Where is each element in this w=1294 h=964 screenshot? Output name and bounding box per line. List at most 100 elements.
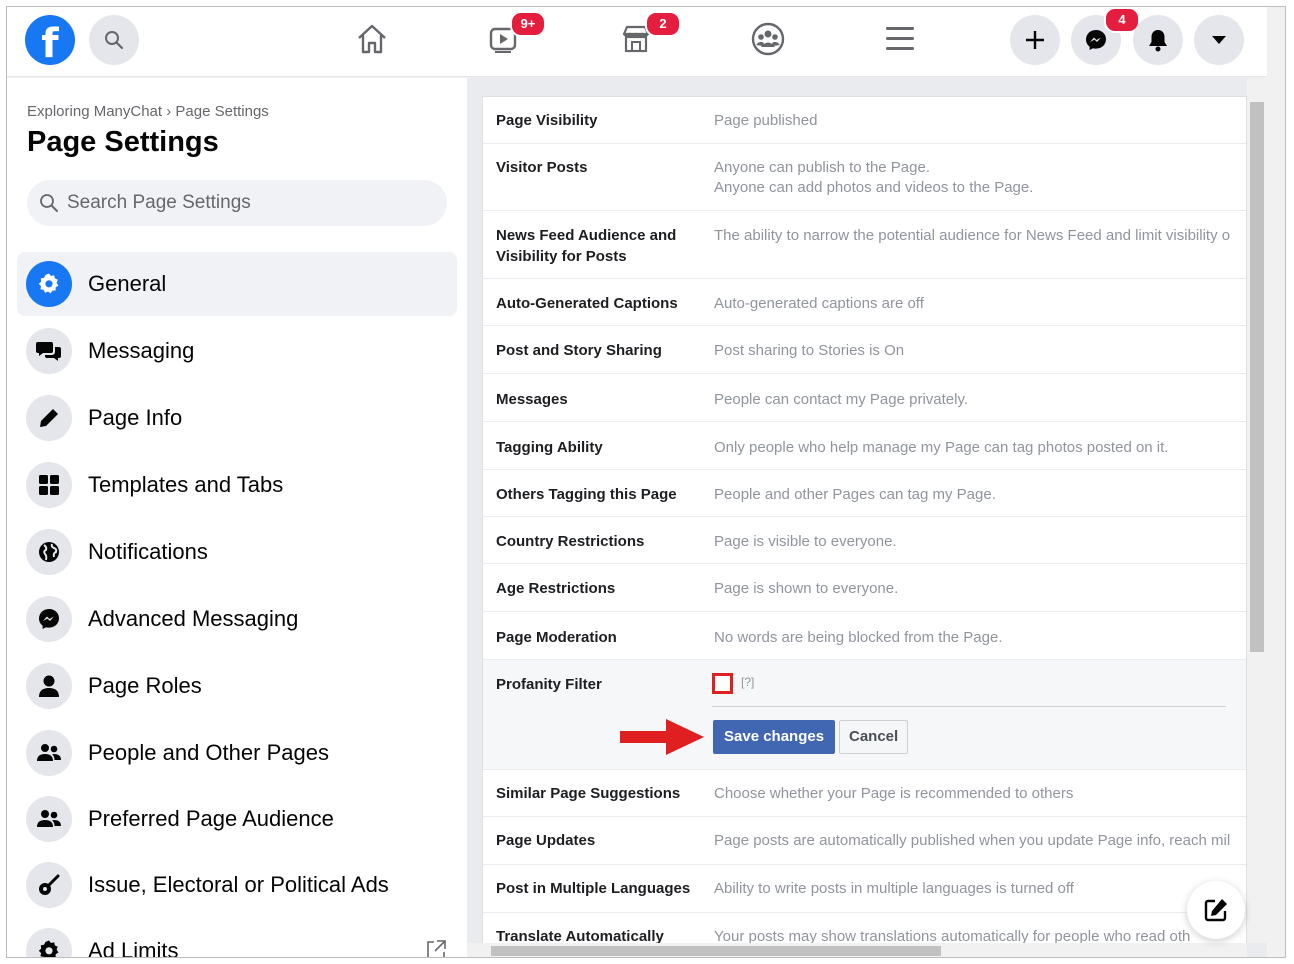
setting-label: Auto-Generated Captions xyxy=(496,295,678,312)
sidebar-item-label: Notifications xyxy=(88,539,208,564)
setting-label: Profanity Filter xyxy=(496,676,602,693)
setting-label: Others Tagging this Page xyxy=(496,486,677,503)
breadcrumb[interactable]: Exploring ManyChat › Page Settings xyxy=(27,103,269,120)
bell-icon xyxy=(1149,30,1167,52)
setting-row-visitor-posts[interactable]: Visitor Posts Anyone can publish to the … xyxy=(483,144,1246,211)
setting-row-news-feed-audience[interactable]: News Feed Audience and Visibility for Po… xyxy=(483,211,1246,279)
pencil-icon xyxy=(40,409,58,427)
marketplace-badge: 2 xyxy=(645,11,681,37)
setting-label: Country Restrictions xyxy=(496,533,645,550)
new-message-button[interactable] xyxy=(1187,881,1245,939)
person-icon xyxy=(39,675,59,697)
home-icon xyxy=(358,24,386,54)
gear-icon xyxy=(38,940,59,957)
sidebar-item-preferred-page-audience[interactable]: Preferred Page Audience xyxy=(17,787,457,851)
sidebar-item-messaging[interactable]: Messaging xyxy=(17,319,457,383)
settings-content: Page Visibility Page published Visitor P… xyxy=(467,78,1267,957)
search-button[interactable] xyxy=(89,15,139,65)
sidebar-item-label: People and Other Pages xyxy=(88,740,329,765)
setting-row-page-updates[interactable]: Page Updates Page posts are automaticall… xyxy=(483,817,1246,865)
setting-value: Anyone can publish to the Page. xyxy=(714,159,930,176)
setting-value: Page published xyxy=(714,112,818,129)
top-navigation-bar: f 9+ 2 4 xyxy=(7,7,1267,77)
setting-row-others-tagging[interactable]: Others Tagging this Page People and othe… xyxy=(483,470,1246,517)
groups-tab[interactable] xyxy=(748,19,788,59)
scrollbar-thumb[interactable] xyxy=(1250,102,1264,652)
sidebar-item-people-and-other-pages[interactable]: People and Other Pages xyxy=(17,721,457,785)
setting-value: Auto-generated captions are off xyxy=(714,295,924,312)
account-button[interactable] xyxy=(1194,15,1244,65)
setting-label: Page Updates xyxy=(496,832,596,849)
setting-label-line2: Visibility for Posts xyxy=(496,248,627,265)
sidebar-item-ad-limits[interactable]: Ad Limits xyxy=(17,919,457,957)
content-horizontal-scrollbar[interactable] xyxy=(467,943,1247,957)
setting-row-age-restrictions[interactable]: Age Restrictions Page is shown to everyo… xyxy=(483,564,1246,612)
setting-value-secondary: Anyone can add photos and videos to the … xyxy=(714,179,1034,196)
setting-row-country-restrictions[interactable]: Country Restrictions Page is visible to … xyxy=(483,517,1246,564)
notifications-button[interactable] xyxy=(1133,15,1183,65)
setting-row-tagging-ability[interactable]: Tagging Ability Only people who help man… xyxy=(483,422,1246,470)
sidebar-item-label: Preferred Page Audience xyxy=(88,806,334,831)
groups-icon xyxy=(751,22,785,56)
facebook-logo[interactable]: f xyxy=(25,15,75,65)
sidebar-item-advanced-messaging[interactable]: Advanced Messaging xyxy=(17,587,457,651)
chat-bubbles-icon xyxy=(36,342,61,361)
setting-row-messages[interactable]: Messages People can contact my Page priv… xyxy=(483,374,1246,422)
people-icon xyxy=(37,744,61,761)
setting-row-post-in-multiple-languages[interactable]: Post in Multiple Languages Ability to wr… xyxy=(483,865,1246,913)
setting-value: People can contact my Page privately. xyxy=(714,391,969,408)
browser-frame: f 9+ 2 4 Exploring ManyChat › Page Setti… xyxy=(6,6,1286,958)
sidebar-item-page-roles[interactable]: Page Roles xyxy=(17,654,457,718)
sidebar-item-label: Page Roles xyxy=(88,673,202,698)
scrollbar-thumb[interactable] xyxy=(491,946,941,956)
setting-label: Tagging Ability xyxy=(496,439,603,456)
setting-value: Choose whether your Page is recommended … xyxy=(714,785,1074,802)
menu-tab[interactable] xyxy=(880,19,920,59)
setting-value: Only people who help manage my Page can … xyxy=(714,439,1169,456)
sidebar-item-label: Page Info xyxy=(88,405,183,430)
cancel-button[interactable]: Cancel xyxy=(839,720,909,754)
sidebar-item-general[interactable]: General xyxy=(17,252,457,316)
gear-icon xyxy=(38,273,59,294)
page-vertical-scrollbar[interactable] xyxy=(1267,7,1285,957)
menu-icon xyxy=(886,27,914,50)
sidebar-item-label: Issue, Electoral or Political Ads xyxy=(88,872,389,897)
setting-value: Post sharing to Stories is On xyxy=(714,342,905,359)
create-button[interactable] xyxy=(1010,15,1060,65)
page-title: Page Settings xyxy=(27,126,219,158)
sidebar-item-templates-and-tabs[interactable]: Templates and Tabs xyxy=(17,453,457,517)
setting-row-page-moderation[interactable]: Page Moderation No words are being block… xyxy=(483,612,1246,660)
search-input[interactable] xyxy=(67,192,427,214)
external-link-icon xyxy=(427,940,446,957)
sidebar-item-page-info[interactable]: Page Info xyxy=(17,386,457,450)
setting-row-page-visibility[interactable]: Page Visibility Page published xyxy=(483,97,1246,144)
search-icon xyxy=(40,194,58,212)
settings-sidebar: Exploring ManyChat › Page Settings Page … xyxy=(7,78,467,957)
divider xyxy=(712,706,1226,707)
content-vertical-scrollbar[interactable] xyxy=(1247,78,1267,943)
caret-down-icon xyxy=(1212,36,1226,44)
sidebar-item-notifications[interactable]: Notifications xyxy=(17,520,457,584)
sidebar-item-political-ads[interactable]: Issue, Electoral or Political Ads xyxy=(17,853,457,917)
search-box[interactable] xyxy=(27,180,447,226)
setting-row-profanity-filter: Profanity Filter [?] Save changes Cancel xyxy=(483,660,1246,770)
setting-row-post-and-story-sharing[interactable]: Post and Story Sharing Post sharing to S… xyxy=(483,326,1246,374)
help-link[interactable]: [?] xyxy=(741,675,754,689)
home-tab[interactable] xyxy=(352,19,392,59)
setting-label: Page Moderation xyxy=(496,629,617,646)
sidebar-item-label: Advanced Messaging xyxy=(88,606,299,631)
setting-value: People and other Pages can tag my Page. xyxy=(714,486,996,503)
sidebar-item-label: Messaging xyxy=(88,338,195,363)
plus-icon xyxy=(1026,31,1044,49)
globe-icon xyxy=(39,542,59,562)
setting-value: Page is shown to everyone. xyxy=(714,580,899,597)
profanity-filter-checkbox[interactable] xyxy=(712,673,733,694)
sidebar-item-label: Templates and Tabs xyxy=(88,472,284,497)
messenger-icon xyxy=(1086,30,1106,50)
save-changes-button[interactable]: Save changes xyxy=(713,720,836,754)
annotation-arrow-icon xyxy=(620,719,704,755)
grid-icon xyxy=(39,475,59,495)
watch-badge: 9+ xyxy=(510,11,546,37)
setting-row-auto-generated-captions[interactable]: Auto-Generated Captions Auto-generated c… xyxy=(483,279,1246,326)
setting-row-similar-page-suggestions[interactable]: Similar Page Suggestions Choose whether … xyxy=(483,770,1246,817)
